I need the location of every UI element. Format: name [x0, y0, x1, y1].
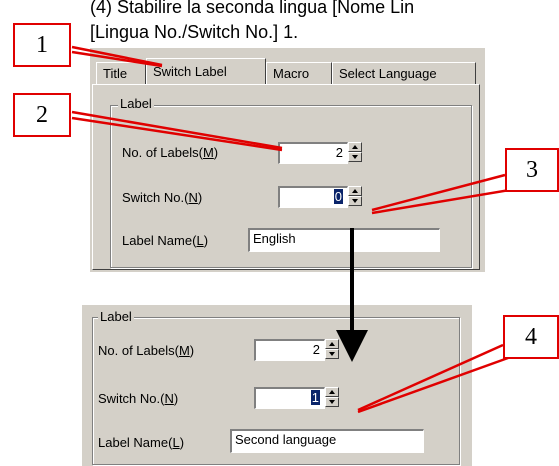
callout-4: 4 [503, 315, 559, 359]
callout-4-leader [357, 343, 509, 414]
callout-2-leader [71, 110, 283, 152]
callout-1: 1 [13, 23, 71, 67]
callout-1-leader [71, 45, 163, 68]
down-arrow-icon [336, 228, 368, 362]
annotation-overlay [71, 45, 511, 414]
callout-3-leader [371, 173, 511, 215]
callout-2: 2 [13, 93, 71, 137]
callout-3: 3 [505, 148, 559, 192]
